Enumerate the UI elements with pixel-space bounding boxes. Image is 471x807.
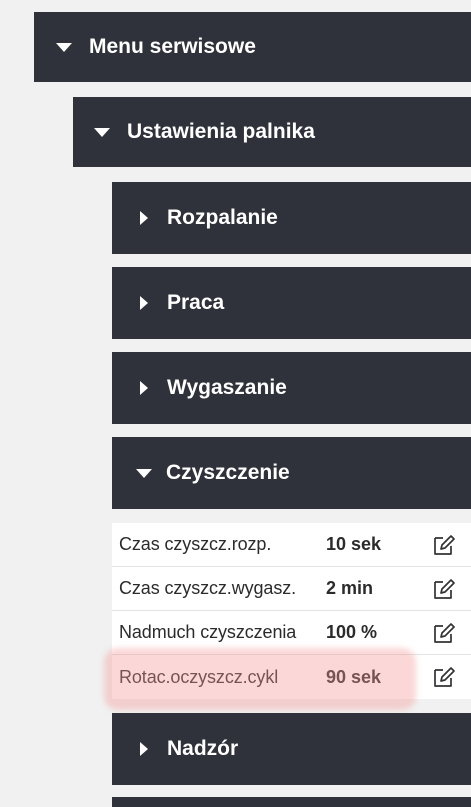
triangle-down-icon [136,468,152,478]
section-extinguish[interactable]: Wygaszanie [112,352,471,424]
edit-icon[interactable] [432,578,456,600]
section-ignition[interactable]: Rozpalanie [112,182,471,254]
param-name: Rotac.oczyszcz.cykl [119,666,279,687]
section-supervision[interactable]: Nadzór [112,713,471,785]
param-value: 2 min [326,578,374,598]
section-work[interactable]: Praca [112,267,471,339]
param-name: Czas czyszcz.rozp. [119,534,272,554]
triangle-right-icon [140,742,148,756]
next-section-partial [112,797,471,807]
param-value: 90 sek [326,666,382,687]
param-row: Rotac.oczyszcz.cykl 90 sek [112,655,471,699]
section-ignition-label: Rozpalanie [167,206,278,229]
section-cleaning[interactable]: Czyszczenie [112,437,471,509]
param-row: Czas czyszcz.rozp. 10 sek [112,523,471,567]
param-name: Czas czyszcz.wygasz. [119,578,297,598]
edit-icon[interactable] [432,666,456,688]
param-value: 10 sek [326,534,382,554]
edit-icon[interactable] [432,622,456,644]
triangle-right-icon [140,211,148,225]
triangle-right-icon [140,381,148,395]
section-work-label: Praca [167,291,225,314]
section-supervision-label: Nadzór [167,737,239,760]
service-menu-title: Menu serwisowe [89,35,256,58]
triangle-down-icon [56,42,72,52]
section-extinguish-label: Wygaszanie [167,376,287,399]
triangle-right-icon [140,296,148,310]
param-row: Nadmuch czyszczenia 100 % [112,611,471,655]
burner-settings-header[interactable]: Ustawienia palnika [73,97,471,167]
cleaning-params-table: Czas czyszcz.rozp. 10 sek Czas czyszcz.w… [112,523,471,699]
param-value: 100 % [326,622,378,642]
triangle-down-icon [94,127,110,137]
section-cleaning-label: Czyszczenie [166,461,290,484]
param-name: Nadmuch czyszczenia [119,622,297,642]
param-row: Czas czyszcz.wygasz. 2 min [112,567,471,611]
service-menu-header[interactable]: Menu serwisowe [34,12,471,82]
edit-icon[interactable] [432,534,456,556]
burner-settings-title: Ustawienia palnika [127,120,315,143]
